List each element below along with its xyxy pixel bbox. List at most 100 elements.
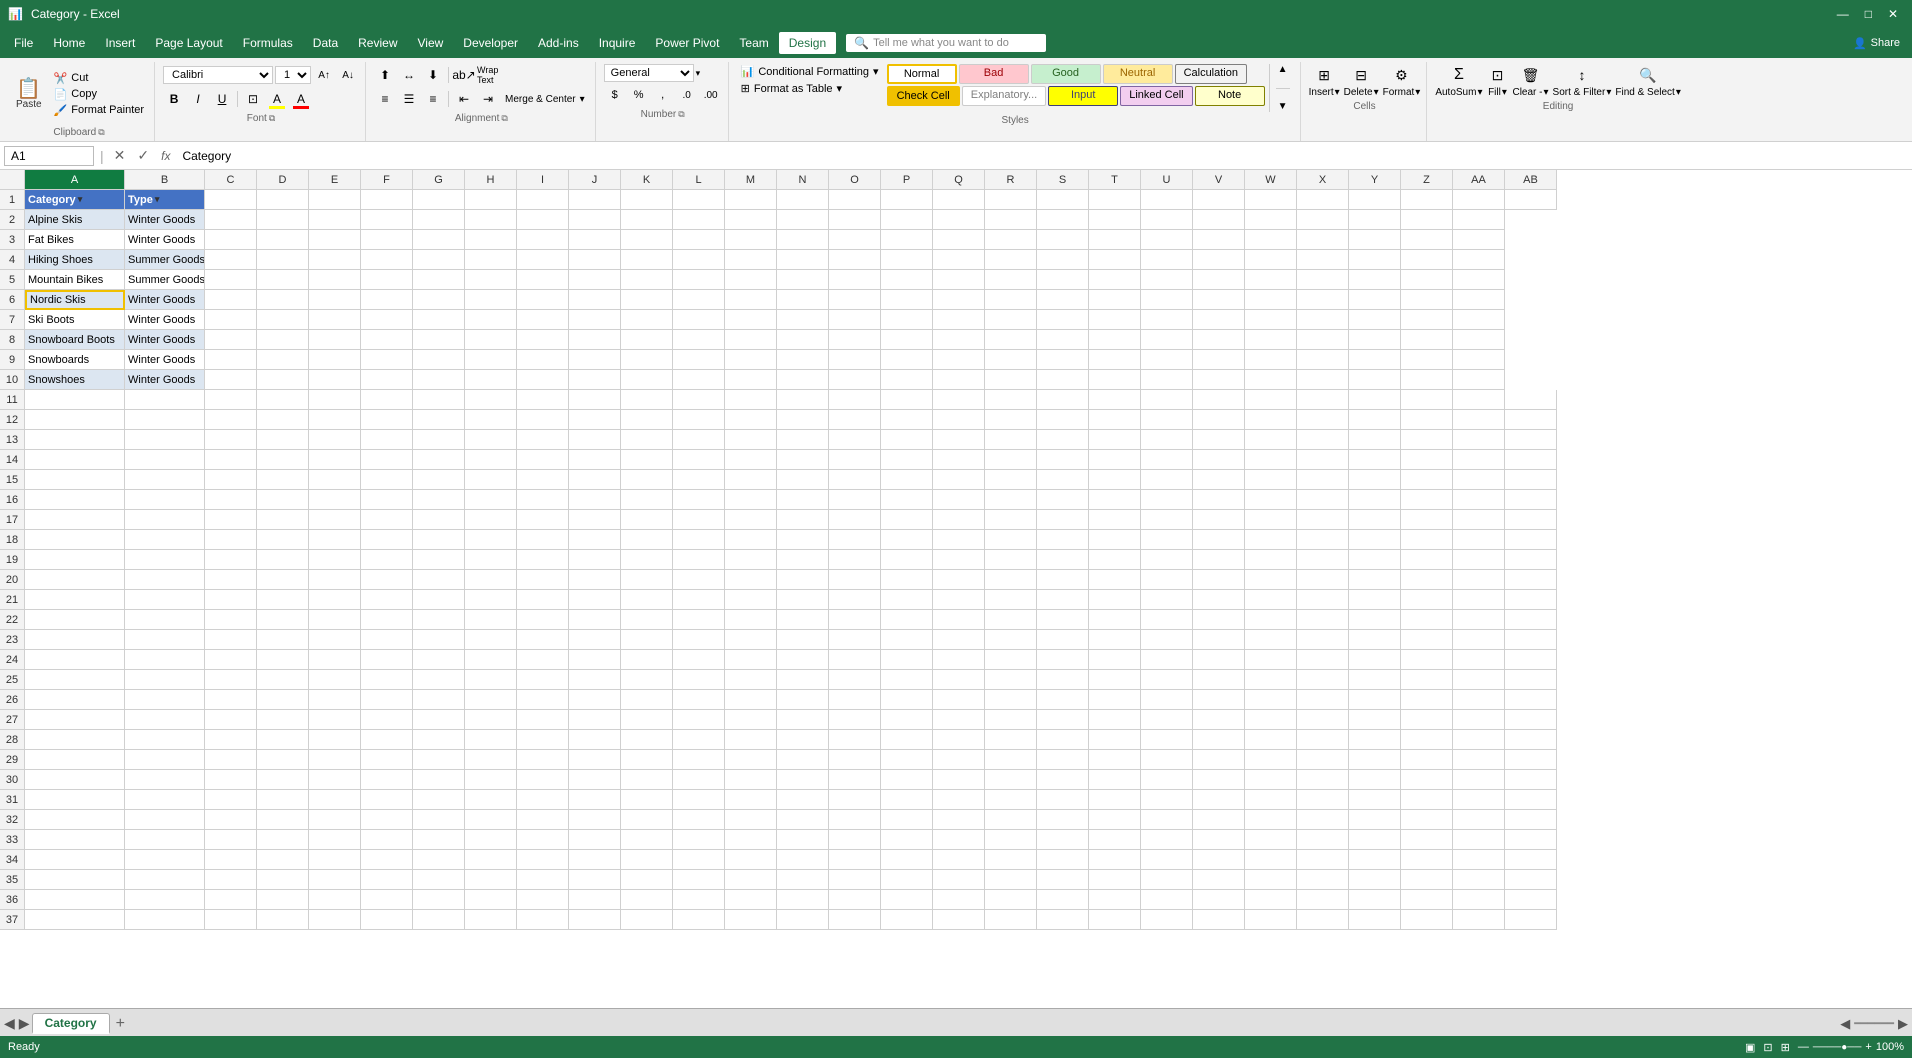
- cell-r36-c6[interactable]: [413, 890, 465, 910]
- cell-r29-c19[interactable]: [1089, 750, 1141, 770]
- menu-power-pivot[interactable]: Power Pivot: [645, 32, 729, 54]
- cell-a6[interactable]: Nordic Skis: [25, 290, 125, 310]
- cell-r26-c21[interactable]: [1193, 690, 1245, 710]
- cell-r14-c13[interactable]: [777, 450, 829, 470]
- cell-r16-c21[interactable]: [1193, 490, 1245, 510]
- row-11-number[interactable]: 11: [0, 390, 25, 410]
- cell-r20-c11[interactable]: [673, 570, 725, 590]
- cell-r19-c20[interactable]: [1141, 550, 1193, 570]
- cell-r22-c23[interactable]: [1297, 610, 1349, 630]
- cell-v1[interactable]: [1193, 190, 1245, 210]
- cell-r27-c23[interactable]: [1297, 710, 1349, 730]
- cell-r11-c0[interactable]: [25, 390, 125, 410]
- style-input-btn[interactable]: Input: [1048, 86, 1118, 106]
- cell-r20-c26[interactable]: [1453, 570, 1505, 590]
- cell-r37-c6[interactable]: [413, 910, 465, 930]
- cell-r13-c18[interactable]: [1037, 430, 1089, 450]
- cell-r11-c27[interactable]: [1505, 390, 1557, 410]
- cell-r27-c21[interactable]: [1193, 710, 1245, 730]
- cell-r31-c18[interactable]: [1037, 790, 1089, 810]
- cell-r37-c16[interactable]: [933, 910, 985, 930]
- cell-r25-c3[interactable]: [257, 670, 309, 690]
- cell-r16-c4[interactable]: [309, 490, 361, 510]
- number-expand-icon[interactable]: ⧉: [678, 109, 684, 120]
- corner-cell[interactable]: [0, 170, 25, 190]
- col-header-s[interactable]: S: [1037, 170, 1089, 190]
- cell-r28-c13[interactable]: [777, 730, 829, 750]
- cell-x1[interactable]: [1297, 190, 1349, 210]
- cell-r20-c2[interactable]: [205, 570, 257, 590]
- cell-r12-c13[interactable]: [777, 410, 829, 430]
- cell-r18-c6[interactable]: [413, 530, 465, 550]
- cell-r30-c25[interactable]: [1401, 770, 1453, 790]
- format-cells-btn[interactable]: ⚙: [1390, 64, 1412, 86]
- cell-r13-c14[interactable]: [829, 430, 881, 450]
- find-select-btn[interactable]: 🔍: [1637, 64, 1659, 86]
- menu-data[interactable]: Data: [303, 32, 348, 54]
- cell-r23-c17[interactable]: [985, 630, 1037, 650]
- cell-r15-c15[interactable]: [881, 470, 933, 490]
- cell-r24-c19[interactable]: [1089, 650, 1141, 670]
- cell-r32-c8[interactable]: [517, 810, 569, 830]
- cell-r12-c4[interactable]: [309, 410, 361, 430]
- cell-r16-c3[interactable]: [257, 490, 309, 510]
- cell-r33-c22[interactable]: [1245, 830, 1297, 850]
- cell-r34-c11[interactable]: [673, 850, 725, 870]
- cell-r15-c20[interactable]: [1141, 470, 1193, 490]
- cell-r25-c10[interactable]: [621, 670, 673, 690]
- delete-label[interactable]: Delete▾: [1344, 87, 1379, 98]
- cell-r27-c13[interactable]: [777, 710, 829, 730]
- cell-r31-c17[interactable]: [985, 790, 1037, 810]
- cell-r15-c14[interactable]: [829, 470, 881, 490]
- cell-r12-c27[interactable]: [1505, 410, 1557, 430]
- cell-r14-c27[interactable]: [1505, 450, 1557, 470]
- cell-r34-c2[interactable]: [205, 850, 257, 870]
- cell-r27-c7[interactable]: [465, 710, 517, 730]
- cell-r11-c26[interactable]: [1453, 390, 1505, 410]
- align-right-btn[interactable]: ≡: [422, 88, 444, 110]
- cell-r17-c27[interactable]: [1505, 510, 1557, 530]
- cell-r30-c26[interactable]: [1453, 770, 1505, 790]
- cell-r34-c13[interactable]: [777, 850, 829, 870]
- row-37-number[interactable]: 37: [0, 910, 25, 930]
- cell-r31-c22[interactable]: [1245, 790, 1297, 810]
- cell-r36-c2[interactable]: [205, 890, 257, 910]
- autosum-btn[interactable]: Σ: [1448, 64, 1470, 86]
- cell-r37-c10[interactable]: [621, 910, 673, 930]
- cell-r36-c20[interactable]: [1141, 890, 1193, 910]
- cell-r16-c14[interactable]: [829, 490, 881, 510]
- cell-r18-c27[interactable]: [1505, 530, 1557, 550]
- cell-r12-c2[interactable]: [205, 410, 257, 430]
- cell-r11-c5[interactable]: [361, 390, 413, 410]
- cell-r29-c18[interactable]: [1037, 750, 1089, 770]
- cell-r12-c9[interactable]: [569, 410, 621, 430]
- border-btn[interactable]: ⊡: [242, 88, 264, 110]
- cell-r25-c2[interactable]: [205, 670, 257, 690]
- delete-cells-btn[interactable]: ⊟: [1350, 64, 1372, 86]
- cell-r25-c19[interactable]: [1089, 670, 1141, 690]
- cell-r27-c1[interactable]: [125, 710, 205, 730]
- col-header-q[interactable]: Q: [933, 170, 985, 190]
- cell-r30-c0[interactable]: [25, 770, 125, 790]
- cell-r14-c17[interactable]: [985, 450, 1037, 470]
- cell-r19-c0[interactable]: [25, 550, 125, 570]
- cell-r23-c7[interactable]: [465, 630, 517, 650]
- sheet-view-normal-btn[interactable]: ▣: [1745, 1041, 1755, 1054]
- cell-r24-c13[interactable]: [777, 650, 829, 670]
- cell-r25-c26[interactable]: [1453, 670, 1505, 690]
- cell-t1[interactable]: [1089, 190, 1141, 210]
- cell-r18-c22[interactable]: [1245, 530, 1297, 550]
- cell-r37-c18[interactable]: [1037, 910, 1089, 930]
- cell-r22-c12[interactable]: [725, 610, 777, 630]
- cell-b5[interactable]: Summer Goods: [125, 270, 205, 290]
- find-select-label[interactable]: Find & Select▾: [1615, 87, 1681, 98]
- cell-ab1[interactable]: [1505, 190, 1557, 210]
- cell-r32-c13[interactable]: [777, 810, 829, 830]
- col-header-e[interactable]: E: [309, 170, 361, 190]
- cell-r36-c17[interactable]: [985, 890, 1037, 910]
- menu-review[interactable]: Review: [348, 32, 407, 54]
- cell-r36-c22[interactable]: [1245, 890, 1297, 910]
- cell-r27-c2[interactable]: [205, 710, 257, 730]
- row-3-number[interactable]: 3: [0, 230, 25, 250]
- cell-r24-c7[interactable]: [465, 650, 517, 670]
